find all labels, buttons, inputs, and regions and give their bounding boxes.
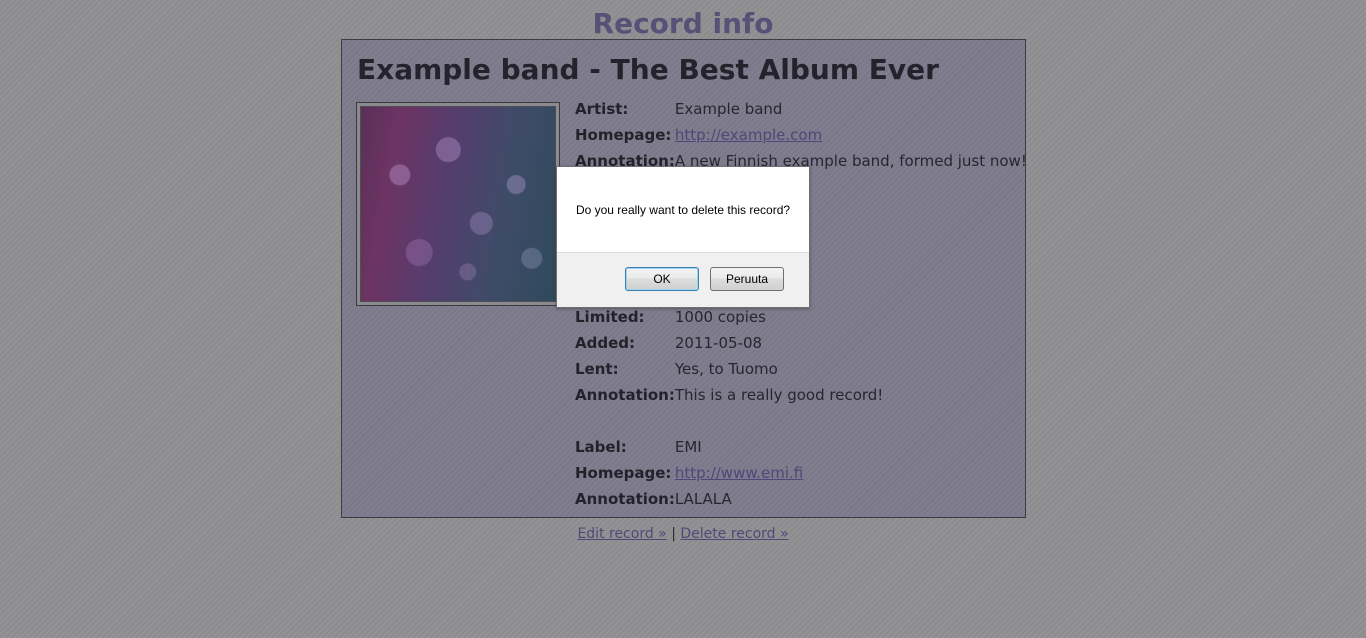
info-label: Label:	[575, 438, 627, 456]
info-label: Added:	[575, 334, 635, 352]
info-value: 2011-05-08	[674, 334, 763, 352]
info-row-artist: Artist: Example band	[575, 96, 1027, 122]
label-info-table: Label: EMI Homepage: http://www.emi.fi A…	[575, 434, 803, 512]
info-row-annotation: Annotation: LALALA	[575, 486, 803, 512]
cancel-button[interactable]: Peruuta	[710, 267, 784, 291]
release-info-table: Limited: 1000 copies Added: 2011-05-08 L…	[575, 304, 883, 408]
info-row-homepage: Homepage: http://example.com	[575, 122, 1027, 148]
record-heading: Example band - The Best Album Ever	[357, 53, 939, 86]
artist-info-table: Artist: Example band Homepage: http://ex…	[575, 96, 1027, 174]
album-cover-image	[360, 106, 556, 302]
label-homepage-link[interactable]: http://www.emi.fi	[675, 464, 803, 482]
record-actions: Edit record » | Delete record »	[0, 524, 1366, 544]
info-label: Homepage:	[575, 126, 672, 144]
dialog-button-bar: OK Peruuta	[557, 252, 809, 307]
info-row-label: Label: EMI	[575, 434, 803, 460]
info-value: LALALA	[674, 490, 732, 508]
info-label: Lent:	[575, 360, 619, 378]
info-label: Homepage:	[575, 464, 672, 482]
info-value: Yes, to Tuomo	[674, 360, 778, 378]
info-value: Example band	[674, 100, 783, 118]
confirm-dialog: Do you really want to delete this record…	[556, 166, 810, 308]
album-cover-frame	[356, 102, 560, 306]
info-label: Artist:	[575, 100, 629, 118]
info-value: This is a really good record!	[674, 386, 884, 404]
dialog-message: Do you really want to delete this record…	[575, 203, 791, 217]
delete-record-link[interactable]: Delete record »	[680, 526, 788, 542]
info-row-homepage: Homepage: http://www.emi.fi	[575, 460, 803, 486]
edit-record-link[interactable]: Edit record »	[577, 526, 666, 542]
info-row-added: Added: 2011-05-08	[575, 330, 883, 356]
artist-homepage-link[interactable]: http://example.com	[675, 126, 822, 144]
info-row-annotation: Annotation: This is a really good record…	[575, 382, 883, 408]
info-label: Annotation:	[575, 386, 675, 404]
ok-button[interactable]: OK	[625, 267, 699, 291]
info-value: EMI	[674, 438, 702, 456]
info-row-lent: Lent: Yes, to Tuomo	[575, 356, 883, 382]
link-separator: |	[671, 526, 676, 542]
info-label: Annotation:	[575, 490, 675, 508]
page-title: Record info	[592, 7, 774, 40]
